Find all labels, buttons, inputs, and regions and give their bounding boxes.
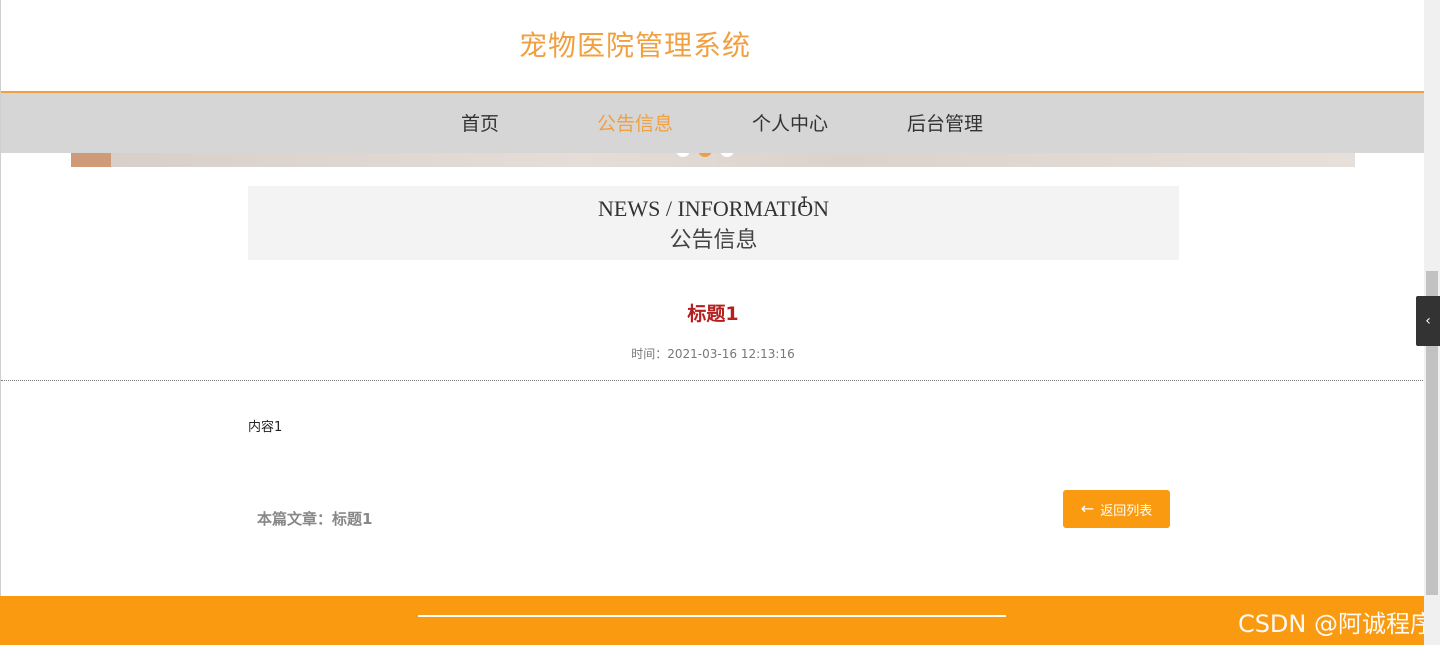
section-title-en: NEWS / INFORMATION [598,196,829,221]
main-nav: 首页 公告信息 个人中心 后台管理 [1,91,1425,153]
site-title: 宠物医院管理系统 [519,29,752,62]
footer-divider [418,615,1006,617]
article-time: 时间：2021-03-16 12:13:16 [631,347,795,361]
divider [1,380,1425,381]
watermark: CSDN @阿诚程序 [1237,610,1434,638]
article-title: 标题1 [687,303,739,325]
text-cursor-icon: I [800,195,809,211]
back-to-list-button[interactable]: ← 返回列表 [1063,490,1170,528]
nav-item-home[interactable]: 首页 [461,109,499,136]
footer: CSDN @阿诚程序 [0,596,1440,645]
page: 宠物医院管理系统 首页 公告信息 个人中心 后台管理 NEWS / INFORM… [0,0,1425,645]
nav-item-notices[interactable]: 公告信息 [597,109,673,136]
side-panel-toggle[interactable]: ‹ [1416,296,1440,346]
article-content: 内容1 [248,420,283,435]
this-article-label: 本篇文章：标题1 [257,510,373,528]
back-to-list-label: 返回列表 [1100,503,1153,519]
chevron-left-icon: ‹ [1425,313,1431,329]
header: 宠物医院管理系统 [1,0,1425,91]
nav-item-profile[interactable]: 个人中心 [752,109,828,136]
section-title-cn: 公告信息 [669,227,758,252]
arrow-left-icon: ← [1080,499,1095,518]
section-heading: NEWS / INFORMATION 公告信息 [248,186,1179,260]
nav-item-admin[interactable]: 后台管理 [907,109,983,136]
